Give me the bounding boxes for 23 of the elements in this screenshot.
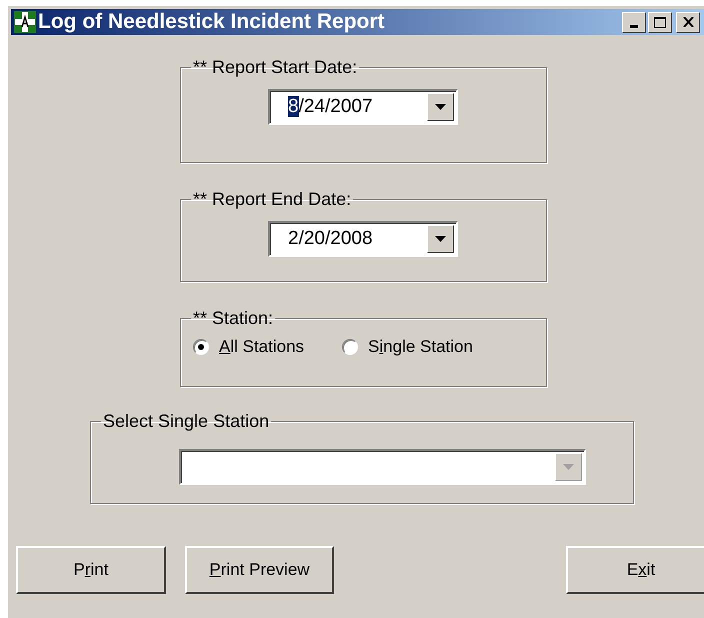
action-button[interactable]: Print bbox=[16, 546, 166, 594]
minimize-icon bbox=[630, 24, 638, 28]
window-title: Log of Needlestick Incident Report bbox=[38, 10, 385, 34]
maximize-icon bbox=[654, 16, 666, 28]
radio-option[interactable]: Single Station bbox=[342, 337, 473, 357]
radio-option[interactable]: All Stations bbox=[193, 337, 304, 357]
dropdown-arrow-icon bbox=[563, 464, 574, 470]
action-button[interactable]: Print Preview bbox=[185, 546, 334, 594]
radio-button[interactable] bbox=[193, 339, 209, 355]
group-label: Select Single Station bbox=[102, 411, 270, 432]
group-label: ** Station: bbox=[192, 308, 274, 329]
close-icon bbox=[682, 17, 694, 27]
date-field[interactable]: 2/20/2008 bbox=[268, 221, 458, 257]
minimize-button[interactable] bbox=[622, 12, 646, 32]
group-label: ** Report End Date: bbox=[192, 189, 352, 210]
maximize-button[interactable] bbox=[648, 12, 672, 32]
group-label: ** Report Start Date: bbox=[192, 57, 358, 78]
app-icon bbox=[14, 11, 36, 33]
close-button[interactable] bbox=[676, 12, 700, 32]
dropdown-arrow-icon bbox=[435, 236, 446, 242]
dropdown-arrow-icon bbox=[435, 104, 446, 110]
action-button[interactable]: Exit bbox=[566, 546, 704, 594]
radio-button[interactable] bbox=[342, 339, 358, 355]
